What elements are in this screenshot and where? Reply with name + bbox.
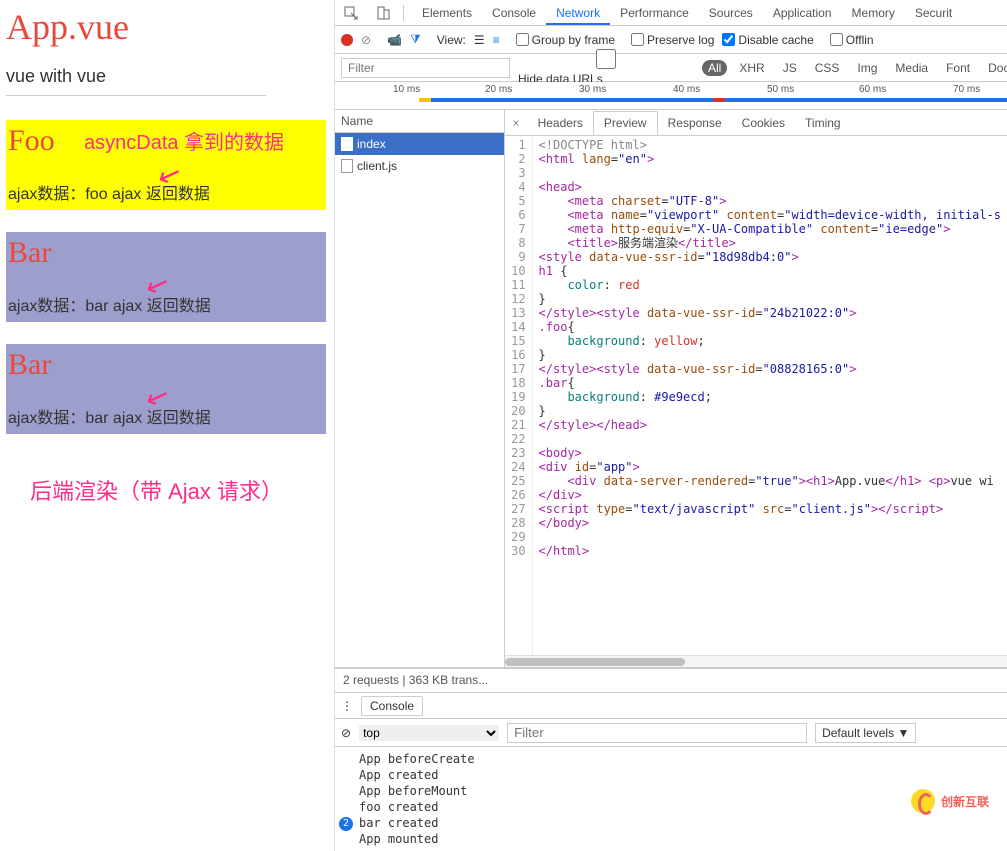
separator [403,5,404,21]
clear-console-icon[interactable]: ⊘ [341,726,351,740]
console-filter-input[interactable] [507,723,807,743]
tab-sources[interactable]: Sources [699,1,763,25]
filter-input[interactable] [341,58,510,78]
tick: 60 ms [859,84,886,95]
view-label: View: [437,33,466,47]
filter-all[interactable]: All [702,60,727,76]
log-levels[interactable]: Default levels ▼ [815,723,916,743]
tab-console[interactable]: Console [482,1,546,25]
console-filter: ⊘ top Default levels ▼ [335,719,1007,747]
disable-cache-checkbox[interactable]: Disable cache [722,33,813,47]
file-icon [341,137,353,151]
inspect-icon[interactable] [339,6,363,20]
repeat-badge: 2 [339,817,353,831]
clear-button[interactable]: ⊘ [361,33,371,47]
filter-media[interactable]: Media [889,60,934,76]
horizontal-scrollbar[interactable] [505,655,1007,667]
view-small-icon[interactable]: ≡ [493,33,500,47]
tick: 40 ms [673,84,700,95]
tick: 70 ms [953,84,980,95]
watermark-text: 创新互联 [941,793,989,810]
console-line[interactable]: App mounted [335,831,1007,847]
view-large-icon[interactable]: ☰ [474,33,485,47]
console-output: App beforeCreate App created App beforeM… [335,747,1007,851]
detail-tab-preview[interactable]: Preview [593,111,658,135]
bar-component: Bar ↙ ajax数据：bar ajax 返回数据 [6,232,326,322]
watermark: 创新互联 [911,789,989,813]
network-filterbar: Hide data URLs All XHR JS CSS Img Media … [335,54,1007,82]
type-filters: All XHR JS CSS Img Media Font Doc WS Man… [702,60,1007,76]
record-button[interactable] [341,34,353,46]
page-subtitle: vue with vue [6,66,328,87]
console-line[interactable]: foo created [335,799,1007,815]
preserve-log-checkbox[interactable]: Preserve log [631,33,714,47]
page-title: App.vue [6,6,328,48]
bar-heading: Bar [6,236,326,270]
drawer-tab-console[interactable]: Console [361,696,423,716]
filter-xhr[interactable]: XHR [733,60,770,76]
line-gutter: 1 2 3 4 5 6 7 8 9 10 11 12 13 14 15 16 1… [505,136,533,655]
timeline-strip [419,98,1007,102]
detail-tab-headers[interactable]: Headers [528,112,593,134]
tab-application[interactable]: Application [763,1,842,25]
watermark-logo-icon [911,789,935,813]
console-line[interactable]: App beforeMount [335,783,1007,799]
tick: 50 ms [767,84,794,95]
detail-tab-response[interactable]: Response [658,112,732,134]
tick: 30 ms [579,84,606,95]
drawer-tabs: ⋮ Console [335,693,1007,719]
rendered-page: App.vue vue with vue Foo asyncData 拿到的数据… [0,0,335,851]
bar-component-2: Bar ↙ ajax数据：bar ajax 返回数据 [6,344,326,434]
hide-data-urls-checkbox[interactable]: Hide data URLs [518,49,694,86]
annotation-label: asyncData 拿到的数据 [84,126,284,155]
code-content: <!DOCTYPE html> <html lang="en"> <head> … [533,136,1007,655]
devtools-tabs: Elements Console Network Performance Sou… [412,1,962,25]
request-row-index[interactable]: index [335,133,504,155]
tick: 20 ms [485,84,512,95]
console-line[interactable]: App beforeCreate [335,751,1007,767]
console-line[interactable]: 2bar created [335,815,1007,831]
filter-css[interactable]: CSS [809,60,846,76]
filter-font[interactable]: Font [940,60,976,76]
request-row-clientjs[interactable]: client.js [335,155,504,177]
devtools-panel: Elements Console Network Performance Sou… [335,0,1007,851]
column-header-name[interactable]: Name [335,110,504,133]
console-line[interactable]: App created [335,767,1007,783]
request-list: Name index client.js [335,110,505,667]
close-icon[interactable]: × [505,116,528,130]
status-bar: 2 requests | 363 KB trans... [335,668,1007,692]
foo-component: Foo asyncData 拿到的数据 ↙ ajax数据：foo ajax 返回… [6,120,326,210]
file-icon [341,159,353,173]
camera-icon[interactable]: 📹 [387,33,402,47]
preview-code[interactable]: 1 2 3 4 5 6 7 8 9 10 11 12 13 14 15 16 1… [505,136,1007,655]
filter-doc[interactable]: Doc [982,60,1007,76]
tab-network[interactable]: Network [546,1,610,25]
timeline[interactable]: 10 ms 20 ms 30 ms 40 ms 50 ms 60 ms 70 m… [335,82,1007,110]
tab-elements[interactable]: Elements [412,1,482,25]
tick: 10 ms [393,84,420,95]
divider [6,95,266,96]
detail-tabs: × Headers Preview Response Cookies Timin… [505,110,1007,136]
drawer-menu-icon[interactable]: ⋮ [341,699,353,713]
context-select[interactable]: top [359,725,499,741]
network-body: Name index client.js × Headers Preview R… [335,110,1007,668]
detail-tab-timing[interactable]: Timing [795,112,851,134]
footer-annotation: 后端渲染（带 Ajax 请求） [30,474,328,506]
devtools-tabbar: Elements Console Network Performance Sou… [335,0,1007,26]
tab-performance[interactable]: Performance [610,1,699,25]
console-drawer: ⋮ Console ⊘ top Default levels ▼ App bef… [335,692,1007,851]
device-icon[interactable] [371,6,395,20]
filter-icon[interactable]: ⧩ [410,32,421,47]
offline-checkbox[interactable]: Offlin [830,33,874,47]
filter-js[interactable]: JS [777,60,803,76]
bar-heading-2: Bar [6,348,326,382]
group-frame-checkbox[interactable]: Group by frame [516,33,615,47]
detail-tab-cookies[interactable]: Cookies [732,112,795,134]
filter-img[interactable]: Img [851,60,883,76]
detail-pane: × Headers Preview Response Cookies Timin… [505,110,1007,667]
tab-memory[interactable]: Memory [842,1,905,25]
tab-security[interactable]: Securit [905,1,962,25]
